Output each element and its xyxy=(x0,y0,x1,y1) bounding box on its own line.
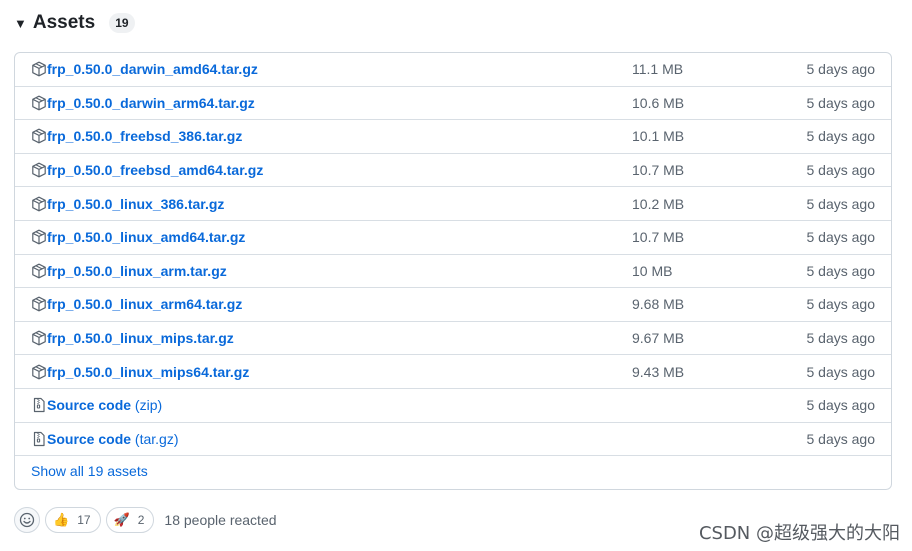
asset-size: 10.7 MB xyxy=(632,162,685,179)
asset-row: Source code (tar.gz) 5 days ago xyxy=(15,423,891,457)
asset-date: 5 days ago xyxy=(806,363,876,380)
rocket-icon: 🚀 xyxy=(113,512,130,527)
asset-size: 10.7 MB xyxy=(632,229,685,246)
asset-date: 5 days ago xyxy=(806,162,876,179)
package-icon xyxy=(31,128,47,144)
asset-name-link[interactable]: frp_0.50.0_linux_amd64.tar.gz xyxy=(47,229,245,245)
asset-date: 5 days ago xyxy=(806,195,876,212)
add-reaction-button[interactable] xyxy=(14,507,40,533)
assets-count-badge: 19 xyxy=(109,13,135,33)
asset-date: 5 days ago xyxy=(806,229,876,246)
source-code-label: Source code xyxy=(47,430,132,447)
asset-name-link[interactable]: frp_0.50.0_darwin_amd64.tar.gz xyxy=(47,61,258,77)
asset-name-link[interactable]: frp_0.50.0_linux_arm64.tar.gz xyxy=(47,296,242,312)
asset-name-link[interactable]: frp_0.50.0_darwin_arm64.tar.gz xyxy=(47,95,255,111)
collapse-triangle-icon[interactable]: ▼ xyxy=(14,16,27,31)
source-code-format: (tar.gz) xyxy=(131,430,179,447)
reaction-count: 2 xyxy=(137,513,145,527)
asset-name-link[interactable]: frp_0.50.0_linux_386.tar.gz xyxy=(47,196,224,212)
file-zip-icon xyxy=(31,397,47,413)
asset-size: 10 MB xyxy=(632,262,673,279)
asset-row: frp_0.50.0_linux_arm.tar.gz 10 MB 5 days a… xyxy=(15,255,891,289)
watermark: CSDN @超级强大的大阳 xyxy=(698,523,900,544)
asset-row: frp_0.50.0_linux_mips.tar.gz 9.67 MB 5 day… xyxy=(15,322,891,356)
reaction-pills: 👍 17 🚀 2 xyxy=(40,507,155,533)
asset-row: frp_0.50.0_darwin_amd64.tar.gz 11.1 MB 5 d… xyxy=(15,53,891,87)
asset-row: frp_0.50.0_linux_arm64.tar.gz 9.68 MB 5 da… xyxy=(15,288,891,322)
asset-name-link[interactable]: frp_0.50.0_linux_mips64.tar.gz xyxy=(47,364,249,380)
asset-name-link[interactable]: frp_0.50.0_freebsd_386.tar.gz xyxy=(47,128,242,144)
asset-date: 5 days ago xyxy=(806,128,876,145)
package-icon xyxy=(31,196,47,212)
asset-date: 5 days ago xyxy=(806,397,876,414)
reactions-summary: 18 people reacted xyxy=(164,512,277,528)
asset-size: 11.1 MB xyxy=(632,61,684,78)
package-icon xyxy=(31,61,47,77)
asset-date: 5 days ago xyxy=(806,296,876,313)
asset-row: frp_0.50.0_linux_mips64.tar.gz 9.43 MB 5 d… xyxy=(15,355,891,389)
smiley-icon xyxy=(19,512,35,528)
reactions-bar: 👍 17 🚀 2 18 people reacted xyxy=(14,507,277,533)
asset-date: 5 days ago xyxy=(806,94,876,111)
reaction-count: 17 xyxy=(77,513,91,527)
asset-name-link[interactable]: frp_0.50.0_freebsd_amd64.tar.gz xyxy=(47,162,263,178)
asset-size: 9.68 MB xyxy=(632,296,685,313)
source-code-label: Source code xyxy=(47,397,132,414)
asset-name-link[interactable]: frp_0.50.0_linux_mips.tar.gz xyxy=(47,330,234,346)
assets-title: Assets xyxy=(32,12,96,33)
asset-size: 10.6 MB xyxy=(632,94,685,111)
package-icon xyxy=(31,263,47,279)
asset-name-link[interactable]: Source code (tar.gz) xyxy=(47,431,179,447)
reaction-pill[interactable]: 👍 17 xyxy=(45,507,101,533)
asset-name-link[interactable]: Source code (zip) xyxy=(47,397,162,413)
asset-name-link[interactable]: frp_0.50.0_linux_arm.tar.gz xyxy=(47,263,227,279)
package-icon xyxy=(31,229,47,245)
thumbs-up-icon: 👍 xyxy=(53,512,70,527)
asset-date: 5 days ago xyxy=(806,430,876,447)
asset-size: 9.67 MB xyxy=(632,330,685,347)
assets-list: frp_0.50.0_darwin_amd64.tar.gz 11.1 MB 5 d… xyxy=(14,52,892,490)
asset-row: Source code (zip) 5 days ago xyxy=(15,389,891,423)
asset-row: frp_0.50.0_linux_386.tar.gz 10.2 MB 5 days… xyxy=(15,187,891,221)
asset-size: 10.1 MB xyxy=(632,128,685,145)
file-zip-icon xyxy=(31,431,47,447)
assets-header[interactable]: ▼ Assets 19 xyxy=(14,10,135,36)
source-code-format: (zip) xyxy=(131,397,163,414)
asset-row: frp_0.50.0_linux_amd64.tar.gz 10.7 MB 5 da… xyxy=(15,221,891,255)
reaction-pill[interactable]: 🚀 2 xyxy=(105,507,155,533)
asset-row: frp_0.50.0_freebsd_386.tar.gz 10.1 MB 5 da… xyxy=(15,120,891,154)
asset-date: 5 days ago xyxy=(806,262,876,279)
asset-rows: frp_0.50.0_darwin_amd64.tar.gz 11.1 MB 5 d… xyxy=(15,53,891,457)
asset-date: 5 days ago xyxy=(806,330,876,347)
asset-row: frp_0.50.0_darwin_arm64.tar.gz 10.6 MB 5 d… xyxy=(15,87,891,121)
package-icon xyxy=(31,364,47,380)
asset-date: 5 days ago xyxy=(806,61,876,78)
package-icon xyxy=(31,162,47,178)
show-all-assets-link[interactable]: Show all 19 assets xyxy=(31,463,148,479)
package-icon xyxy=(31,95,47,111)
asset-size: 9.43 MB xyxy=(632,363,685,380)
package-icon xyxy=(31,330,47,346)
asset-row: frp_0.50.0_freebsd_amd64.tar.gz 10.7 MB 5 … xyxy=(15,154,891,188)
asset-size: 10.2 MB xyxy=(632,195,685,212)
package-icon xyxy=(31,296,47,312)
